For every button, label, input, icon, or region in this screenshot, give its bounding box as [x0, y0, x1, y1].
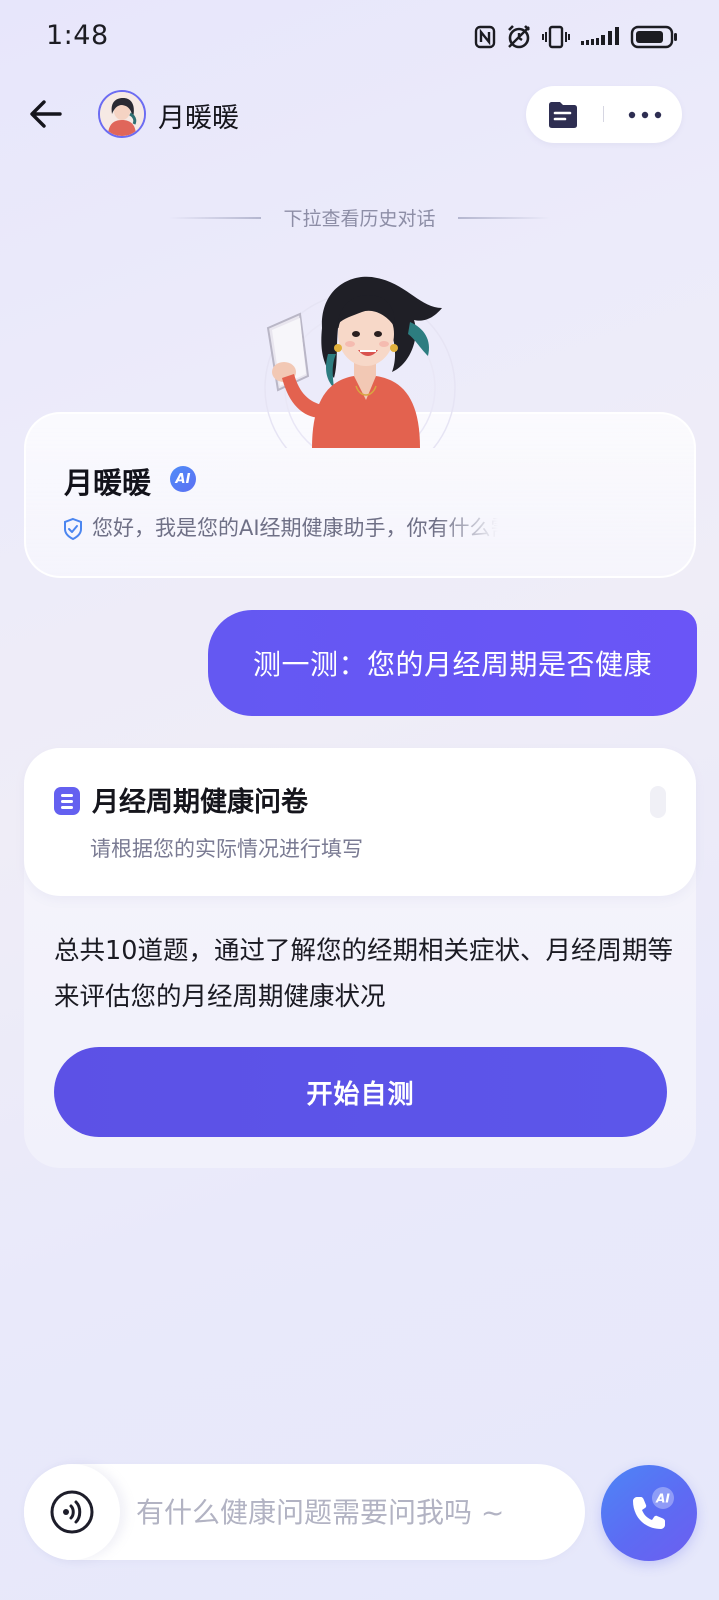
header-actions	[526, 86, 682, 143]
survey-header[interactable]	[24, 748, 696, 896]
signal-icon	[581, 27, 619, 45]
survey-title: 月经周期健康问卷	[92, 787, 308, 818]
notes-button[interactable]	[546, 99, 580, 131]
start-test-button-label: 开始自测	[306, 1079, 415, 1110]
vibrate-icon	[542, 25, 570, 49]
more-icon	[628, 111, 662, 119]
status-time: 1:48	[46, 20, 109, 51]
back-arrow-icon	[30, 100, 62, 128]
ai-badge: AI	[170, 466, 196, 492]
notes-icon	[549, 102, 577, 128]
status-icons	[474, 22, 678, 52]
survey-scroll-indicator	[650, 786, 666, 818]
nfc-icon	[474, 25, 496, 49]
user-message-text: 测一测：您的月经周期是否健康	[252, 648, 652, 681]
history-hint-text: 下拉查看历史对话	[283, 208, 436, 230]
survey-description: 总共10道题，通过了解您的经期相关症状、月经周期等来评估您的月经周期健康状况	[54, 936, 673, 1012]
avatar-image	[100, 92, 144, 136]
header-divider	[603, 106, 604, 122]
survey-list-icon	[54, 787, 80, 815]
hint-line-left	[169, 216, 262, 219]
bot-intro-text: 您好，我是您的AI经期健康助手，你有什么需要帮助的吗	[92, 516, 498, 540]
voice-input-button[interactable]	[24, 1464, 120, 1560]
bot-name: 月暖暖	[64, 466, 152, 500]
page-title: 月暖暖	[158, 103, 239, 134]
user-message-bubble: 测一测：您的月经周期是否健康	[208, 610, 697, 716]
battery-icon	[630, 25, 677, 49]
more-button[interactable]	[625, 100, 665, 130]
call-ai-badge: AI	[655, 1492, 670, 1506]
phone-icon: AI	[633, 1487, 674, 1529]
voice-icon	[50, 1490, 94, 1534]
history-hint[interactable]: 下拉查看历史对话	[0, 204, 719, 231]
survey-subtitle: 请根据您的实际情况进行填写	[90, 837, 363, 861]
start-test-button[interactable]: 开始自测	[54, 1047, 667, 1137]
alarm-icon	[508, 25, 530, 49]
bot-illustration	[264, 276, 456, 448]
avatar[interactable]	[98, 90, 146, 138]
hint-line-right	[457, 216, 550, 219]
shield-icon	[64, 517, 82, 541]
back-button[interactable]	[24, 92, 68, 136]
chat-input[interactable]	[136, 1484, 566, 1540]
ai-call-button[interactable]: AI	[601, 1465, 697, 1561]
